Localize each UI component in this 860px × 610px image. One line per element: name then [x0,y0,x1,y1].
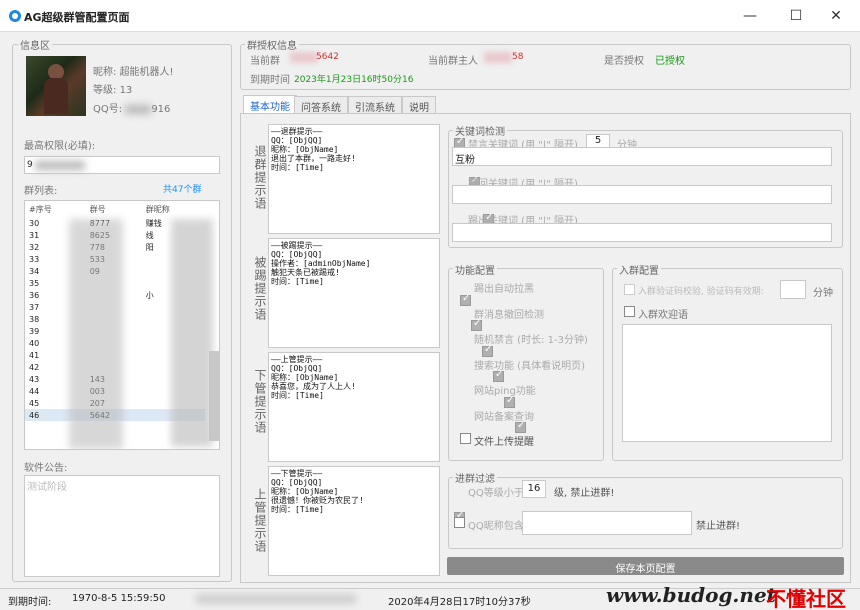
kick-keyword-input[interactable] [452,223,832,242]
tab-basic[interactable]: 基本功能 [243,95,297,113]
list-scrollbar[interactable] [209,351,219,441]
column-header: 群昵称 [145,204,170,214]
nick-filter-suffix: 禁止进群! [696,521,741,532]
authorized-value: 已授权 [655,56,685,67]
title-bar: AG超级群管配置页面 — ☐ ✕ [0,0,860,32]
prompt-label-promoted: 上管提示语 [253,488,267,553]
function-checkbox[interactable] [471,318,482,331]
watermark-brand: 不懂社区 [766,587,846,610]
recall-keyword-input[interactable] [452,185,832,204]
function-checkbox[interactable] [504,395,515,408]
admin-value: 9 [27,160,33,170]
function-checkbox[interactable] [482,344,493,357]
verify-label: 入群验证码校验, 验证码有效期: [638,287,764,297]
expire-value: 2023年1月23日16时50分16 [294,75,414,85]
admin-label: 最高权限(必填): [24,141,96,152]
group-count: 共47个群 [163,185,202,195]
level-filter-label: QQ等级小于 [468,488,524,499]
demoted-prompt-textarea[interactable]: ——下管提示—— QQ：[ObjQQ] 昵称：[ObjName] 很遗憾！你被贬… [268,466,440,576]
column-header: #序号 [29,204,52,214]
owner-suffix: 58 [512,52,524,62]
level-value: 13 [119,85,133,96]
authorized-label: 是否授权 [604,56,644,67]
function-label: 搜索功能 (具体看说明页) [474,360,585,372]
function-label: 随机禁言 (时长: 1-3分钟) [474,335,588,346]
save-button[interactable]: 保存本页配置 [447,557,844,575]
welcome-textarea[interactable] [622,324,832,442]
tab-help[interactable]: 说明 [402,96,436,114]
join-group-label: 入群配置 [617,262,661,277]
group-list-label: 群列表: [24,186,58,197]
minimize-button[interactable]: — [727,0,773,32]
function-checkbox[interactable] [460,293,471,306]
current-group-label: 当前群 [250,56,280,67]
notice-label: 软件公告: [24,463,68,474]
tab-qa[interactable]: 问答系统 [294,96,348,114]
nickname-value: 超能机器人! [119,67,174,78]
verify-checkbox[interactable] [624,284,635,295]
kicked-prompt-textarea[interactable]: ——被踢提示—— QQ：[ObjQQ] 操作者：[adminObjName] 触… [268,238,440,348]
notice-text: 测试阶段 [27,482,67,493]
prompt-label-demoted: 下管提示语 [253,369,267,434]
nick-filter-input[interactable] [522,511,692,535]
leave-prompt-textarea[interactable]: ——退群提示—— QQ：[ObjQQ] 昵称：[ObjName] 退出了本群，一… [268,124,440,234]
function-label: 群消息撤回检测 [474,309,544,321]
function-label: 踢出自动拉黑 [474,284,534,295]
prompt-label-leave: 退群提示语 [253,145,267,210]
function-label: 文件上传提醒 [474,437,534,448]
level-label: 等级: [93,85,117,96]
ban-keyword-input[interactable]: 互粉 [452,147,832,166]
status-time-value: 1970-8-5 15:59:50 [72,593,166,604]
promoted-prompt-textarea[interactable]: ——上管提示—— QQ：[ObjQQ] 昵称：[ObjName] 恭喜您，成为了… [268,352,440,462]
function-checkbox[interactable] [493,369,504,382]
group-list[interactable]: #序号 群号 群昵称 308777赚钱318625线32778阳33533340… [24,200,220,450]
verify-unit: 分钟 [813,288,833,299]
notice-box[interactable]: 测试阶段 [24,475,220,577]
function-group-label: 功能配置 [453,262,497,277]
tab-traffic[interactable]: 引流系统 [348,96,402,114]
function-checkbox[interactable] [515,420,526,433]
function-checkbox[interactable] [460,433,471,444]
welcome-label: 入群欢迎语 [638,310,688,321]
column-header: 群号 [89,204,106,214]
current-group-suffix: 5642 [316,52,339,62]
qq-label: QQ号: [93,104,123,115]
filter-group-label: 进群过滤 [453,470,497,485]
nickname-label: 昵称: [93,67,117,78]
nick-filter-checkbox[interactable] [454,517,465,528]
nick-filter-label: QQ昵称包含 [468,521,524,532]
admin-input[interactable]: 9 [24,156,220,174]
info-group-label: 信息区 [18,37,52,52]
qq-suffix: 916 [151,104,171,115]
window-title: AG超级群管配置页面 [24,11,130,24]
app-icon [9,10,21,22]
level-filter-suffix: 级, 禁止进群! [554,488,615,499]
owner-label: 当前群主人 [428,56,478,67]
qq-redacted [125,104,152,114]
verify-minutes-input[interactable] [780,280,806,299]
avatar [26,56,86,116]
status-now-value: 2020年4月28日17时10分37秒 [388,597,531,608]
status-time-label: 到期时间: [8,597,52,608]
auth-group-label: 群授权信息 [245,37,299,52]
watermark-url: www.budog.net [606,583,776,607]
function-label: 网站ping功能 [474,386,536,397]
status-bar: 到期时间: 1970-8-5 15:59:50 2020年4月28日17时10分… [0,583,860,610]
function-label: 网站备案查询 [474,411,534,423]
level-filter-input[interactable]: 16 [522,480,546,498]
welcome-checkbox[interactable] [624,306,635,317]
prompt-label-kicked: 被踢提示语 [253,256,267,321]
expire-label: 到期时间 [250,75,290,86]
close-button[interactable]: ✕ [813,0,859,32]
